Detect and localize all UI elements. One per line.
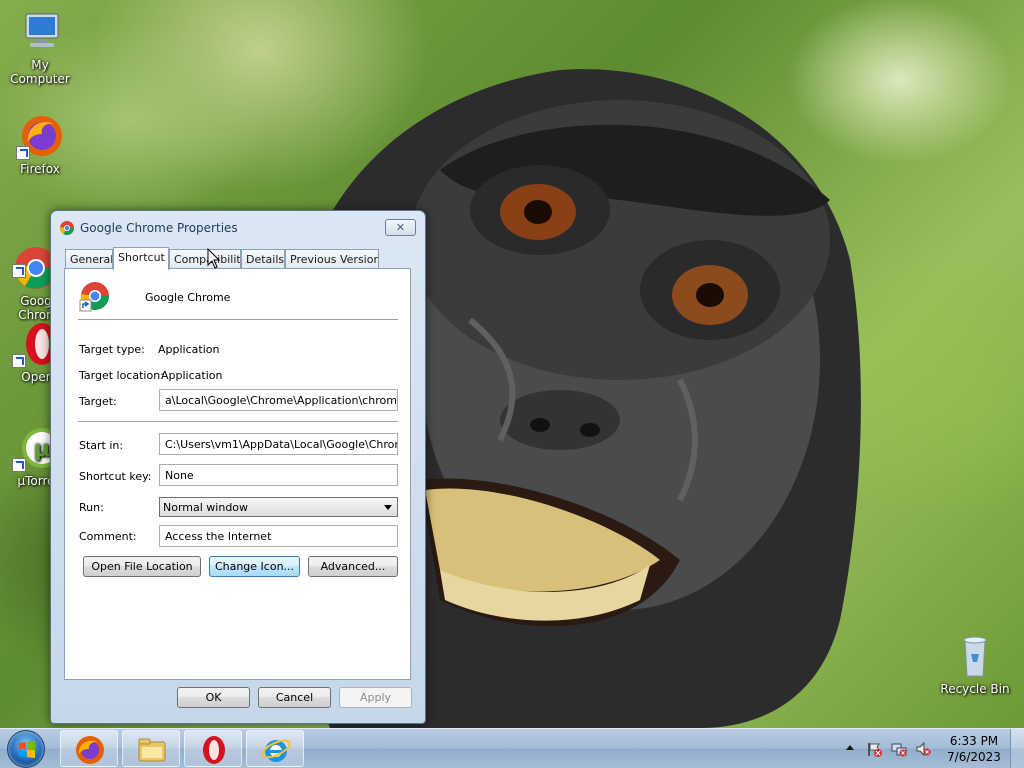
firefox-icon bbox=[16, 112, 64, 160]
taskbar: 6:33 PM 7/6/2023 bbox=[0, 728, 1024, 768]
open-file-location-button[interactable]: Open File Location bbox=[83, 556, 201, 577]
show-hidden-icons-button[interactable] bbox=[846, 745, 854, 750]
volume-muted-icon[interactable] bbox=[915, 741, 931, 757]
network-icon[interactable] bbox=[891, 741, 907, 757]
start-button[interactable] bbox=[7, 730, 45, 768]
shortcut-arrow-icon bbox=[12, 264, 26, 278]
shortcut-tab-panel: Google Chrome Target type: Application T… bbox=[64, 268, 411, 680]
divider bbox=[78, 421, 398, 422]
desktop-icon-firefox[interactable]: Firefox bbox=[0, 112, 80, 176]
shortcut-arrow-icon bbox=[16, 146, 30, 160]
recycle-bin-icon bbox=[951, 632, 999, 680]
dialog-title: Google Chrome Properties bbox=[80, 221, 238, 235]
tab-label: Shortcut bbox=[118, 251, 165, 264]
computer-icon bbox=[16, 8, 64, 56]
taskbar-opera[interactable] bbox=[184, 730, 242, 767]
run-select[interactable]: Normal window bbox=[159, 497, 398, 517]
cancel-button[interactable]: Cancel bbox=[258, 687, 331, 708]
chrome-properties-dialog: Google Chrome Properties ✕ General Short… bbox=[50, 210, 426, 724]
clock-date: 7/6/2023 bbox=[947, 750, 1001, 764]
advanced-button[interactable]: Advanced... bbox=[308, 556, 398, 577]
ok-button[interactable]: OK bbox=[177, 687, 250, 708]
system-clock[interactable]: 6:33 PM 7/6/2023 bbox=[940, 733, 1008, 765]
run-select-value: Normal window bbox=[163, 501, 249, 514]
shortcut-key-input-value: None bbox=[165, 469, 194, 482]
target-location-value: Application bbox=[161, 369, 223, 382]
dropdown-arrow-icon bbox=[384, 505, 392, 510]
opera-icon bbox=[203, 736, 225, 764]
change-icon-button[interactable]: Change Icon... bbox=[209, 556, 300, 577]
internet-explorer-icon bbox=[261, 739, 291, 762]
comment-label: Comment: bbox=[79, 530, 137, 543]
clock-time: 6:33 PM bbox=[949, 734, 999, 748]
run-label: Run: bbox=[79, 501, 104, 514]
target-input[interactable]: a\Local\Google\Chrome\Application\chrome… bbox=[159, 389, 398, 411]
shortcut-name: Google Chrome bbox=[145, 291, 231, 304]
shortcut-key-input[interactable]: None bbox=[159, 464, 398, 486]
taskbar-firefox[interactable] bbox=[60, 730, 118, 767]
windows-logo-icon bbox=[19, 741, 35, 758]
button-label: Advanced... bbox=[320, 560, 386, 573]
start-in-input[interactable]: C:\Users\vm1\AppData\Local\Google\Chrome… bbox=[159, 433, 398, 455]
button-label: Apply bbox=[359, 691, 392, 704]
desktop-icon-label: Firefox bbox=[20, 162, 60, 176]
target-type-value: Application bbox=[158, 343, 220, 356]
desktop-icon-label: Recycle Bin bbox=[940, 682, 1010, 696]
target-type-label: Target type: bbox=[79, 343, 145, 356]
shortcut-arrow-icon bbox=[12, 354, 26, 368]
target-input-value: a\Local\Google\Chrome\Application\chrome… bbox=[165, 394, 397, 407]
apply-button[interactable]: Apply bbox=[339, 687, 412, 708]
comment-input[interactable]: Access the Internet bbox=[159, 525, 398, 547]
shortcut-arrow-icon bbox=[12, 458, 26, 472]
tab-label: General bbox=[70, 253, 113, 266]
desktop-icon-label: My Computer bbox=[10, 58, 70, 86]
button-label: Open File Location bbox=[91, 560, 193, 573]
tab-label: Previous Versions bbox=[290, 253, 379, 266]
desktop-icon-my-computer[interactable]: My Computer bbox=[0, 8, 80, 86]
tab-general[interactable]: General bbox=[65, 249, 113, 269]
tab-details[interactable]: Details bbox=[241, 249, 285, 269]
svg-text:μ: μ bbox=[34, 437, 50, 462]
chrome-icon bbox=[79, 282, 109, 312]
action-center-flag-icon[interactable] bbox=[866, 741, 882, 757]
mouse-cursor-icon bbox=[207, 248, 221, 269]
taskbar-internet-explorer[interactable] bbox=[246, 730, 304, 767]
show-desktop-button[interactable] bbox=[1010, 729, 1024, 768]
tab-shortcut[interactable]: Shortcut bbox=[113, 247, 169, 270]
target-label: Target: bbox=[79, 395, 117, 408]
comment-input-value: Access the Internet bbox=[165, 530, 272, 543]
close-icon: ✕ bbox=[395, 221, 406, 234]
divider bbox=[78, 319, 398, 320]
tab-previous-versions[interactable]: Previous Versions bbox=[285, 249, 379, 269]
start-in-input-value: C:\Users\vm1\AppData\Local\Google\Chrome… bbox=[165, 438, 397, 451]
target-location-label: Target location: bbox=[79, 369, 164, 382]
button-label: Change Icon... bbox=[214, 560, 295, 573]
button-label: Cancel bbox=[275, 691, 314, 704]
tab-compatibility[interactable]: Compatibility bbox=[169, 249, 241, 269]
taskbar-windows-explorer[interactable] bbox=[122, 730, 180, 767]
firefox-icon bbox=[76, 736, 104, 764]
desktop-icon-recycle-bin[interactable]: Recycle Bin bbox=[935, 632, 1015, 696]
tab-label: Details bbox=[246, 253, 285, 266]
button-label: OK bbox=[205, 691, 222, 704]
folder-icon bbox=[138, 738, 166, 762]
shortcut-key-label: Shortcut key: bbox=[79, 470, 152, 483]
chrome-icon bbox=[59, 221, 74, 235]
close-button[interactable]: ✕ bbox=[385, 219, 416, 236]
title-bar[interactable]: Google Chrome Properties ✕ bbox=[51, 211, 425, 243]
start-in-label: Start in: bbox=[79, 439, 124, 452]
